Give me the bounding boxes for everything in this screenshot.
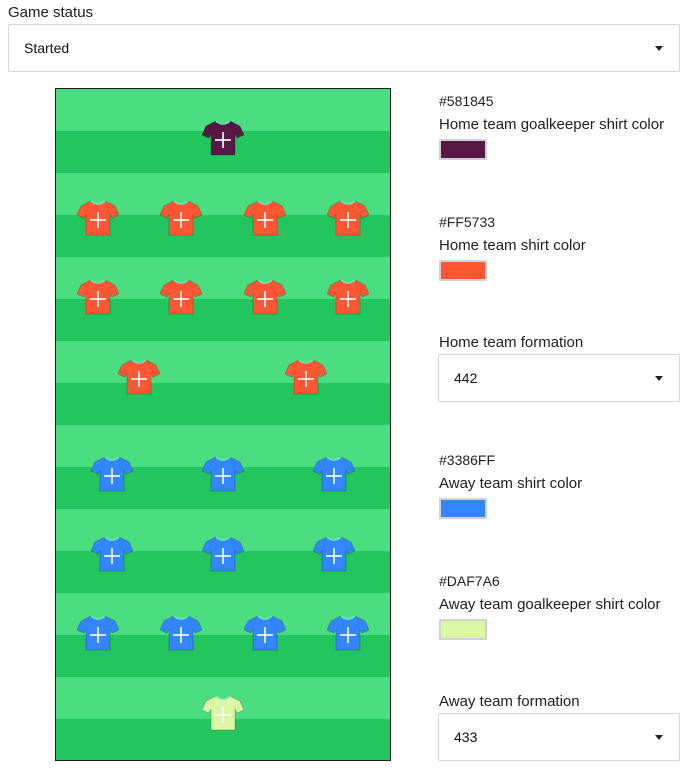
away-goalkeeper-color-label: Away team goalkeeper shirt color (439, 596, 661, 613)
tshirt-icon (202, 695, 244, 731)
away-goalkeeper-shirt[interactable] (202, 694, 244, 732)
home-player-shirt[interactable] (327, 199, 369, 237)
tshirt-icon (327, 279, 369, 315)
home-player-shirt[interactable] (160, 199, 202, 237)
game-status-select[interactable]: Started (8, 24, 680, 72)
away-goalkeeper-color-swatch[interactable] (439, 619, 487, 640)
away-player-shirt[interactable] (77, 614, 119, 652)
home-player-shirt[interactable] (285, 358, 327, 396)
tshirt-icon (244, 279, 286, 315)
caret-down-icon (655, 735, 663, 740)
away-player-shirt[interactable] (91, 535, 133, 573)
home-formation-value: 442 (454, 370, 478, 386)
home-goalkeeper-color-swatch[interactable] (439, 139, 487, 160)
home-formation-label: Home team formation (439, 334, 584, 351)
game-status-value: Started (24, 40, 70, 56)
home-goalkeeper-color-label: Home team goalkeeper shirt color (439, 116, 665, 133)
tshirt-icon (202, 120, 244, 156)
away-player-shirt[interactable] (313, 455, 355, 493)
home-shirt-hex: #FF5733 (439, 214, 496, 230)
home-shirt-color-label: Home team shirt color (439, 237, 586, 254)
away-player-shirt[interactable] (202, 535, 244, 573)
tshirt-icon (327, 200, 369, 236)
caret-down-icon (655, 46, 663, 51)
home-formation-select[interactable]: 442 (438, 354, 680, 402)
tshirt-icon (77, 279, 119, 315)
away-player-shirt[interactable] (91, 455, 133, 493)
tshirt-icon (202, 536, 244, 572)
away-formation-label: Away team formation (439, 693, 580, 710)
away-goalkeeper-hex: #DAF7A6 (439, 573, 500, 589)
away-player-shirt[interactable] (244, 614, 286, 652)
tshirt-icon (77, 615, 119, 651)
tshirt-icon (327, 615, 369, 651)
home-player-shirt[interactable] (118, 358, 160, 396)
away-formation-select[interactable]: 433 (438, 713, 680, 761)
tshirt-icon (91, 456, 133, 492)
home-player-shirt[interactable] (244, 278, 286, 316)
tshirt-icon (313, 536, 355, 572)
home-shirt-color-swatch[interactable] (439, 260, 487, 281)
away-shirt-color-label: Away team shirt color (439, 475, 583, 492)
tshirt-icon (160, 279, 202, 315)
away-player-shirt[interactable] (160, 614, 202, 652)
tshirt-icon (244, 615, 286, 651)
tshirt-icon (118, 359, 160, 395)
away-shirt-hex: #3386FF (439, 452, 496, 468)
tshirt-icon (285, 359, 327, 395)
game-status-label: Game status (8, 4, 94, 21)
caret-down-icon (655, 376, 663, 381)
tshirt-icon (91, 536, 133, 572)
home-player-shirt[interactable] (244, 199, 286, 237)
pitch-stripe (56, 341, 390, 383)
away-shirt-color-swatch[interactable] (439, 498, 487, 519)
tshirt-icon (160, 200, 202, 236)
home-goalkeeper-hex: #581845 (439, 93, 494, 109)
home-player-shirt[interactable] (77, 199, 119, 237)
away-player-shirt[interactable] (313, 535, 355, 573)
home-player-shirt[interactable] (77, 278, 119, 316)
football-pitch (55, 88, 391, 761)
home-player-shirt[interactable] (327, 278, 369, 316)
tshirt-icon (202, 456, 244, 492)
tshirt-icon (160, 615, 202, 651)
home-player-shirt[interactable] (160, 278, 202, 316)
away-formation-value: 433 (454, 729, 478, 745)
tshirt-icon (77, 200, 119, 236)
home-goalkeeper-shirt[interactable] (202, 119, 244, 157)
away-player-shirt[interactable] (327, 614, 369, 652)
tshirt-icon (244, 200, 286, 236)
away-player-shirt[interactable] (202, 455, 244, 493)
pitch-stripe (56, 383, 390, 425)
tshirt-icon (313, 456, 355, 492)
